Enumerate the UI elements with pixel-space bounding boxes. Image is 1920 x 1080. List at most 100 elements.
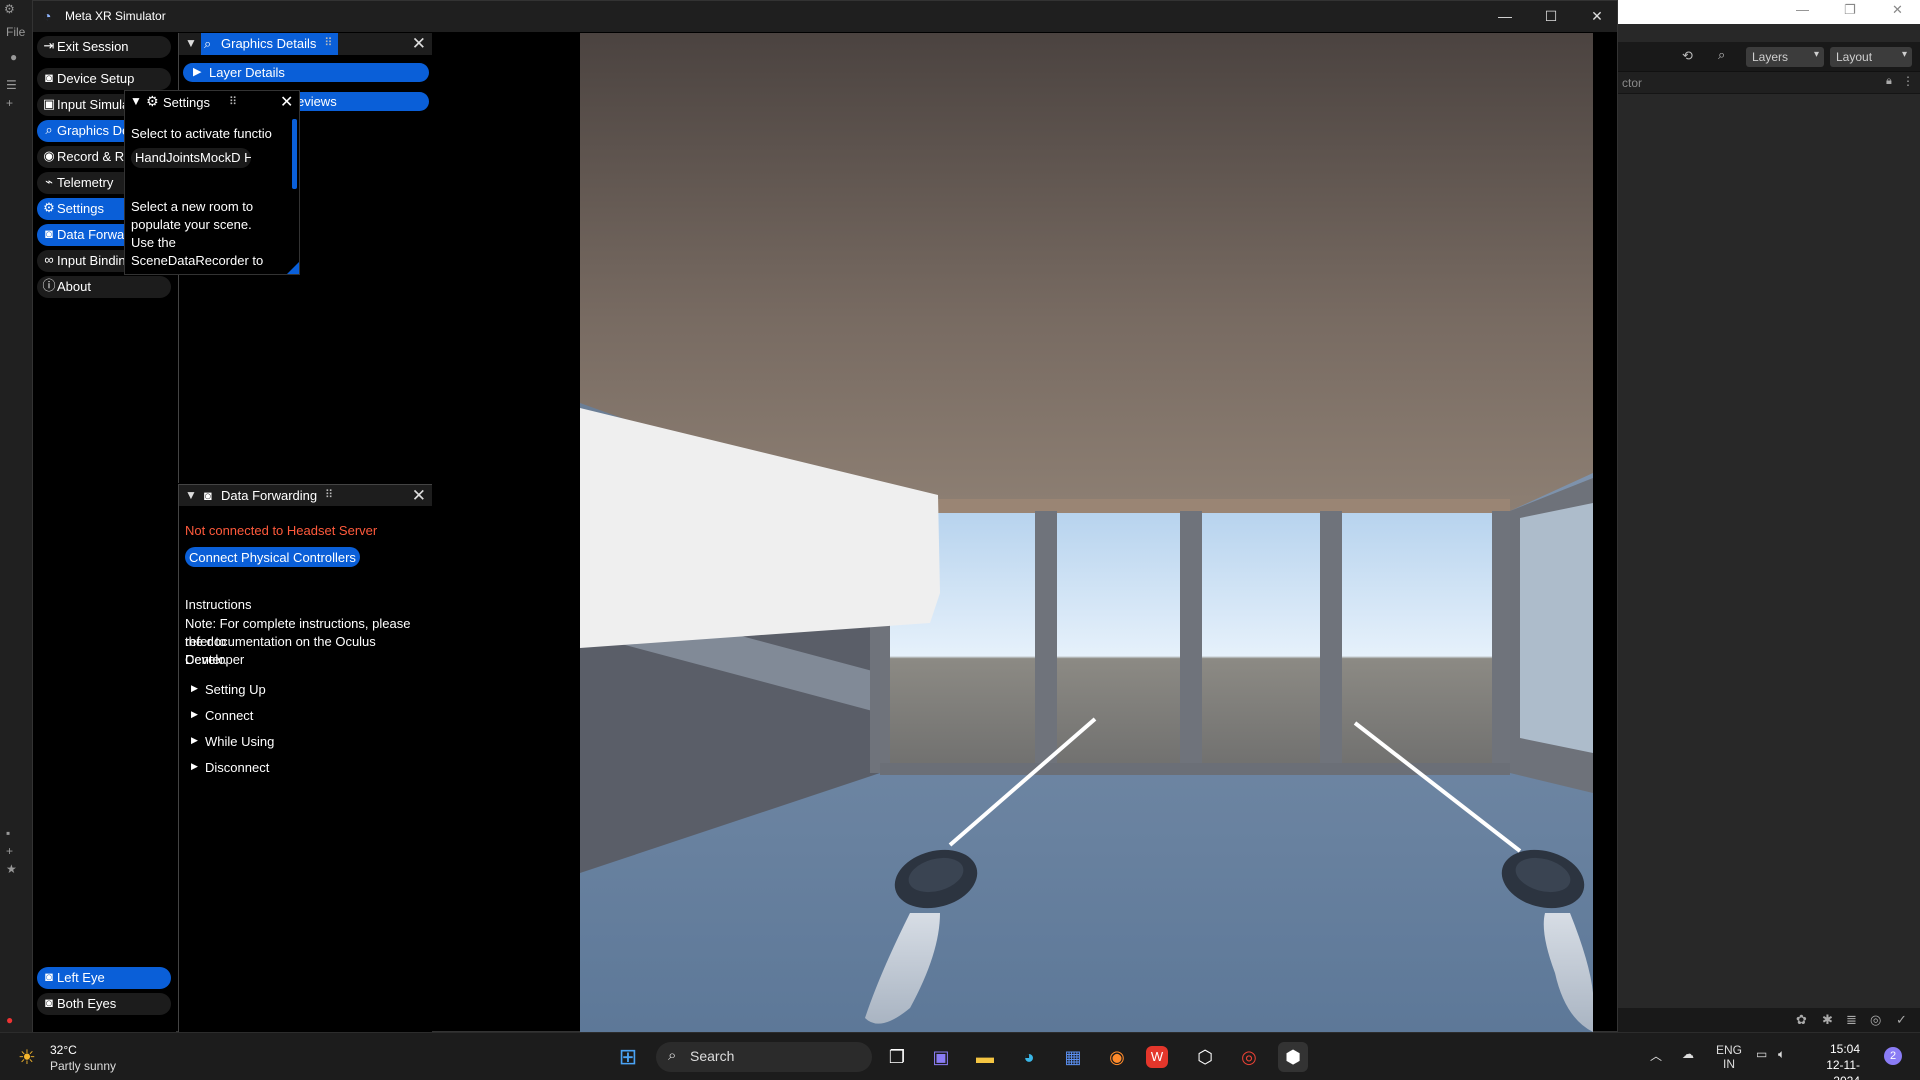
exit-icon: ⇥ [43, 38, 55, 53]
status-icon-4[interactable]: ◎ [1870, 1012, 1881, 1028]
start-icon[interactable]: ⊞ [613, 1042, 643, 1072]
volume-muted-icon[interactable]: 🔈︎ [1778, 1047, 1785, 1062]
about-button[interactable]: ⓘ About [37, 276, 171, 298]
headset-icon: ◙ [45, 969, 53, 984]
tab-data-forwarding[interactable]: ◙ Data Forwarding ⠿ [201, 485, 339, 507]
error-icon: ● [6, 1013, 14, 1027]
account-icon[interactable]: ● [10, 50, 17, 64]
foldout-while-using[interactable]: While Using [191, 734, 274, 749]
weather-desc[interactable]: Partly sunny [50, 1059, 116, 1073]
foldout-disconnect[interactable]: Disconnect [191, 760, 269, 775]
foldout-setting-up[interactable]: Setting Up [191, 682, 266, 697]
exit-session-button[interactable]: ⇥ Exit Session [37, 36, 171, 58]
minimize-icon[interactable]: — [1796, 2, 1809, 17]
collapse-icon[interactable]: ▼ [185, 36, 197, 50]
search-label: Search [690, 1048, 735, 1064]
teams-chat-icon[interactable]: ▣ [926, 1042, 956, 1072]
unity-hub-icon[interactable]: ⬡ [1190, 1042, 1220, 1072]
maximize-button[interactable]: ☐ [1531, 4, 1571, 28]
help-icon: ⓘ [42, 278, 56, 293]
telemetry-icon: ⌁ [45, 174, 53, 189]
tab-label: Graphics Details [221, 36, 317, 51]
collapse-icon[interactable]: ▼ [185, 488, 197, 502]
layers-dropdown[interactable]: Layers [1746, 47, 1824, 67]
close-panel-icon[interactable]: ✕ [412, 34, 426, 54]
clock[interactable]: 15:04 12-11-2024 [1808, 1041, 1860, 1080]
lock-icon[interactable]: 🔒︎ [1886, 75, 1892, 88]
lang-top: ENG [1716, 1043, 1743, 1057]
layer-details-foldout[interactable]: ▶ Layer Details [183, 63, 429, 82]
nav-label: Settings [57, 201, 104, 216]
favorite-icon[interactable]: ★ [6, 862, 17, 876]
task-view-icon[interactable]: ❐ [882, 1042, 912, 1072]
tray-overflow-icon[interactable]: ︿ [1650, 1047, 1662, 1064]
status-icon-5[interactable]: ✓ [1896, 1012, 1907, 1028]
gear-icon: ⚙ [43, 200, 55, 215]
window-titlebar: ◔ Meta XR Simulator — ☐ ✕ [33, 1, 1617, 32]
unity-editor-icon[interactable]: ⬢ [1278, 1042, 1308, 1072]
drag-handle-icon[interactable]: ⠿ [324, 36, 332, 49]
close-popup-icon[interactable]: ✕ [280, 92, 293, 112]
tab-graphics-details[interactable]: ⌕ Graphics Details ⠿ [201, 33, 339, 55]
resize-handle[interactable] [287, 262, 299, 274]
nav-label: Both Eyes [57, 996, 117, 1011]
popup-text: populate your scene. [131, 217, 252, 232]
drag-handle-icon[interactable]: ⠿ [229, 95, 237, 108]
weather-temp[interactable]: 32°C [50, 1043, 77, 1057]
layout-dropdown[interactable]: Layout [1830, 47, 1912, 67]
firefox-icon[interactable]: ◉ [1102, 1042, 1132, 1072]
headset-icon: ◙ [45, 995, 53, 1010]
xr-viewport[interactable] [580, 33, 1593, 1032]
inspector-tab[interactable]: ctor 🔒︎ ⋮ [1616, 72, 1920, 94]
record-icon: ◉ [43, 148, 55, 163]
cloud-off-icon[interactable]: ☁ [1682, 1047, 1694, 1061]
clock-time: 15:04 [1829, 1042, 1860, 1056]
notification-badge[interactable]: 2 [1884, 1047, 1902, 1065]
foldout-connect[interactable]: Connect [191, 708, 253, 723]
status-icon-1[interactable]: ✿ [1796, 1012, 1807, 1028]
drag-handle-icon[interactable]: ⠿ [325, 488, 333, 501]
hand-joints-dropdown[interactable]: HandJointsMockD Hand [131, 148, 251, 168]
edge-icon[interactable]: ◕ [1014, 1042, 1044, 1072]
weather-icon[interactable]: ☀ [18, 1045, 36, 1070]
restore-icon[interactable]: ❐ [1844, 2, 1856, 18]
headset-icon: ◙ [45, 226, 53, 241]
add-icon-2[interactable]: + [6, 844, 13, 858]
hierarchy-menu-icon[interactable]: ☰ [6, 78, 17, 92]
popup-header: ▼ ⚙ Settings ⠿ ✕ [125, 91, 299, 113]
unity-logo-icon: ⚙ [4, 2, 15, 16]
popup-scrollbar[interactable] [292, 119, 297, 189]
network-icon[interactable]: ▭ [1756, 1047, 1767, 1061]
wps-office-icon[interactable]: W [1146, 1046, 1168, 1068]
left-eye-button[interactable]: ◙ Left Eye [37, 967, 171, 989]
link-icon: ∞ [44, 252, 54, 267]
search-icon[interactable]: ⌕ [1718, 47, 1725, 63]
expand-icon: ▶ [193, 66, 202, 78]
close-panel-icon[interactable]: ✕ [412, 486, 426, 506]
unity-titlebar: — ❐ ✕ [1616, 0, 1920, 24]
close-button[interactable]: ✕ [1577, 4, 1617, 28]
nav-label: Telemetry [57, 175, 114, 190]
chrome-icon[interactable]: ◎ [1234, 1042, 1264, 1072]
minimize-button[interactable]: — [1485, 4, 1525, 28]
unity-statusbar: ✿ ✱ ≣ ◎ ✓ [1616, 1008, 1920, 1032]
device-setup-button[interactable]: ◙ Device Setup [37, 68, 171, 90]
file-explorer-icon[interactable]: ▬ [970, 1042, 1000, 1072]
status-icon-2[interactable]: ✱ [1822, 1012, 1833, 1028]
windows-taskbar: ☀ 32°C Partly sunny ⊞ ⌕ Search ❐ ▣ ▬ ◕ ▦… [0, 1032, 1920, 1080]
history-icon[interactable]: ⟲ [1682, 48, 1693, 64]
status-icon-3[interactable]: ≣ [1846, 1012, 1857, 1028]
collapse-icon[interactable]: ▼ [130, 94, 142, 108]
taskbar-search[interactable]: ⌕ Search [656, 1042, 872, 1072]
unity-left-strip: ⚙ File ● ☰ + ▪ + ★ ● [0, 0, 36, 1032]
close-icon[interactable]: ✕ [1892, 2, 1903, 18]
language-indicator[interactable]: ENG IN [1716, 1043, 1742, 1071]
connect-controllers-button[interactable]: Connect Physical Controllers [185, 547, 360, 567]
store-icon[interactable]: ▦ [1058, 1042, 1088, 1072]
both-eyes-button[interactable]: ◙ Both Eyes [37, 993, 171, 1015]
headset-icon: ◙ [45, 70, 53, 85]
file-menu[interactable]: File [6, 25, 25, 39]
add-icon[interactable]: + [6, 96, 13, 110]
more-icon[interactable]: ⋮ [1902, 74, 1914, 88]
popup-title: Settings [163, 95, 210, 110]
